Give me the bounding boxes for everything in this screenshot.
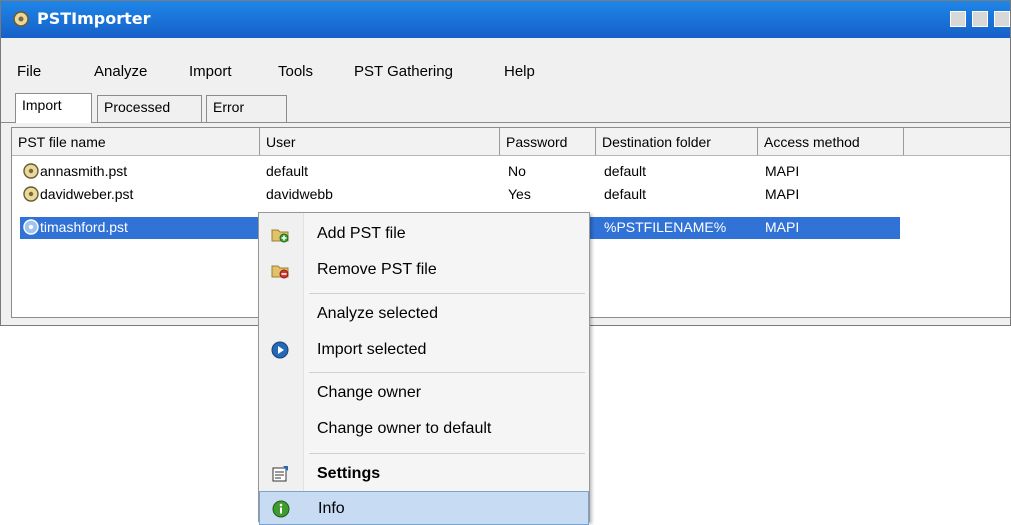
pst-file-icon [23,163,39,179]
menu-separator [309,372,585,373]
menu-item-remove-pst-file[interactable]: Remove PST file [259,253,589,287]
menu-item-label: Change owner [317,384,422,401]
cell-access-method: MAPI [765,186,800,202]
menu-help[interactable]: Help [504,63,535,80]
info-icon [272,500,290,518]
menu-tools[interactable]: Tools [278,63,313,80]
title-bar[interactable]: PSTImporter [1,1,1010,38]
cell-file-name: davidweber.pst [40,186,134,202]
menu-item-change-owner-to-default[interactable]: Change owner to default [259,412,589,446]
table-row[interactable]: davidweber.pst davidwebb Yes default MAP… [12,184,1010,206]
menu-item-settings[interactable]: Settings [259,457,589,491]
cell-destination: default [604,163,647,179]
minimize-button[interactable] [950,11,966,27]
add-folder-icon [271,229,289,243]
context-menu: Add PST file Remove PST file Analyze sel… [258,212,590,525]
cell-password: Yes [508,186,531,202]
pst-file-icon [23,186,39,202]
cell-access-method: MAPI [765,163,800,179]
column-header-destination-folder[interactable]: Destination folder [596,128,758,155]
menu-item-label: Add PST file [317,225,406,242]
play-icon [271,341,289,359]
menu-separator [309,293,585,294]
column-header-user[interactable]: User [260,128,500,155]
menu-item-label: Settings [317,465,381,482]
menu-item-label: Analyze selected [317,305,438,322]
menu-item-change-owner[interactable]: Change owner [259,376,589,410]
cell-file-name: timashford.pst [40,219,128,235]
cell-destination: default [604,186,647,202]
cell-user: default [266,163,309,179]
pst-file-icon [23,219,39,235]
cell-destination: %PSTFILENAME% [604,219,727,235]
menu-import[interactable]: Import [189,63,232,80]
list-header: PST file name User Password Destination … [12,128,1010,156]
tab-divider [1,122,1010,123]
window-title: PSTImporter [37,9,151,28]
cell-password: No [508,163,526,179]
tab-processed[interactable]: Processed [97,95,202,122]
column-header-pst-file-name[interactable]: PST file name [12,128,260,155]
tab-import[interactable]: Import [15,93,92,123]
menu-analyze[interactable]: Analyze [94,63,147,80]
menu-item-analyze-selected[interactable]: Analyze selected [259,297,589,331]
menu-item-label: Info [318,500,345,517]
column-header-password[interactable]: Password [500,128,596,155]
cell-user: davidwebb [266,186,333,202]
app-icon [13,11,29,27]
menu-file[interactable]: File [17,63,41,80]
settings-icon [272,466,288,482]
menu-pst-gathering[interactable]: PST Gathering [354,63,453,80]
remove-folder-icon [271,265,289,279]
maximize-button[interactable] [972,11,988,27]
cell-file-name: annasmith.pst [40,163,128,179]
tab-error[interactable]: Error [206,95,287,122]
column-header-access-method[interactable]: Access method [758,128,904,155]
menu-item-info[interactable]: Info [259,491,589,525]
menu-separator [309,453,585,454]
table-row[interactable]: annasmith.pst default No default MAPI [12,161,1010,183]
menu-item-import-selected[interactable]: Import selected [259,333,589,367]
cell-access-method: MAPI [765,219,800,235]
close-button[interactable] [994,11,1010,27]
menu-item-label: Remove PST file [317,261,437,278]
menu-item-add-pst-file[interactable]: Add PST file [259,217,589,251]
menu-item-label: Change owner to default [317,420,492,437]
menu-item-label: Import selected [317,341,427,358]
